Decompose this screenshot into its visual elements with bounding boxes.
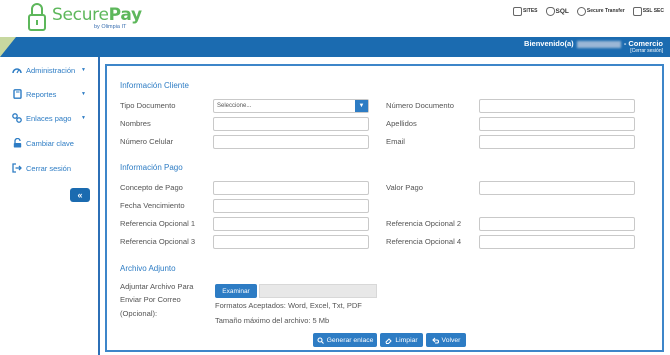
referencia-2-input[interactable] bbox=[479, 217, 635, 231]
link-icon bbox=[12, 113, 22, 123]
adjuntar-label-line1: Adjuntar Archivo Para bbox=[120, 282, 194, 291]
file-name-field[interactable] bbox=[259, 284, 377, 298]
referencia-3-label: Referencia Opcional 3 bbox=[120, 237, 196, 246]
fecha-vencimiento-input[interactable] bbox=[213, 199, 369, 213]
badge-sites: SITES bbox=[513, 6, 538, 16]
referencia-4-label: Referencia Opcional 4 bbox=[386, 237, 462, 246]
caret-down-icon: ▼ bbox=[81, 91, 86, 97]
welcome-text: Bienvenido(a) - Comercio bbox=[524, 39, 663, 48]
undo-icon bbox=[431, 337, 439, 344]
lock-icon bbox=[576, 6, 586, 16]
eraser-icon bbox=[385, 337, 393, 344]
caret-down-icon: ▼ bbox=[81, 115, 86, 121]
redacted-username bbox=[576, 40, 621, 48]
sidebar-item-enlaces-pago[interactable]: Enlaces pago ▼ bbox=[12, 112, 92, 124]
email-label: Email bbox=[386, 137, 405, 146]
sidebar-item-label: Reportes bbox=[26, 89, 57, 99]
generar-enlace-button[interactable]: Generar enlace bbox=[313, 333, 377, 347]
unlock-icon bbox=[12, 138, 22, 148]
sidebar-item-label: Enlaces pago bbox=[26, 113, 72, 123]
ssl-icon bbox=[632, 6, 642, 16]
referencia-4-input[interactable] bbox=[479, 235, 635, 249]
generar-enlace-label: Generar enlace bbox=[326, 336, 374, 344]
chevron-down-icon: ▼ bbox=[355, 100, 368, 112]
badge-sql: SQL bbox=[545, 6, 569, 16]
adjuntar-label-line3: (Opcional): bbox=[120, 309, 158, 318]
valor-pago-input[interactable] bbox=[479, 181, 635, 195]
tipo-documento-value: Seleccione... bbox=[217, 103, 252, 109]
numero-celular-input[interactable] bbox=[213, 135, 369, 149]
limpiar-label: Limpiar bbox=[395, 336, 418, 344]
sidebar-item-label: Cambiar clave bbox=[26, 138, 74, 148]
sidebar-item-label: Cerrar sesión bbox=[26, 163, 72, 173]
referencia-3-input[interactable] bbox=[213, 235, 369, 249]
tipo-documento-select[interactable]: Seleccione... ▼ bbox=[213, 99, 369, 113]
numero-documento-label: Número Documento bbox=[386, 101, 454, 110]
referencia-1-input[interactable] bbox=[213, 217, 369, 231]
formatos-note: Formatos Aceptados: Word, Excel, Txt, PD… bbox=[215, 301, 362, 310]
sidebar: Administración ▼ Reportes ▼ Enlaces pago… bbox=[0, 57, 100, 355]
sidebar-item-cerrar-sesion[interactable]: Cerrar sesión bbox=[12, 162, 92, 174]
padlock-logo-icon bbox=[28, 3, 46, 31]
dashboard-icon bbox=[12, 65, 22, 75]
badge-secure-transfer: Secure Transfer bbox=[576, 6, 625, 16]
concepto-pago-input[interactable] bbox=[213, 181, 369, 195]
numero-documento-input[interactable] bbox=[479, 99, 635, 113]
tipo-documento-label: Tipo Documento bbox=[120, 101, 176, 110]
shield-icon bbox=[545, 6, 555, 16]
fecha-vencimiento-label: Fecha Vencimiento bbox=[120, 201, 185, 210]
brand-name: SecurePay bbox=[52, 5, 142, 25]
apellidos-input[interactable] bbox=[479, 117, 635, 131]
limpiar-button[interactable]: Limpiar bbox=[380, 333, 423, 347]
section-adjunto-title: Archivo Adjunto bbox=[120, 264, 176, 273]
referencia-1-label: Referencia Opcional 1 bbox=[120, 219, 196, 228]
sidebar-item-administracion[interactable]: Administración ▼ bbox=[12, 64, 92, 76]
brand-subtitle: by Olimpia IT bbox=[94, 24, 127, 30]
book-icon bbox=[12, 89, 22, 99]
caret-down-icon: ▼ bbox=[81, 67, 86, 73]
tamano-note: Tamaño máximo del archivo: 5 Mb bbox=[215, 316, 330, 325]
security-badges: SITES SQL Secure Transfer SSL SEC bbox=[513, 5, 664, 17]
search-icon bbox=[317, 336, 324, 344]
nombres-input[interactable] bbox=[213, 117, 369, 131]
sidebar-item-label: Administración bbox=[26, 65, 76, 75]
badge-ssl: SSL SEC bbox=[632, 6, 664, 16]
numero-celular-label: Número Celular bbox=[120, 137, 174, 146]
collapse-sidebar-button[interactable]: « bbox=[70, 188, 90, 202]
sidebar-item-cambiar-clave[interactable]: Cambiar clave bbox=[12, 137, 92, 149]
sidebar-item-reportes[interactable]: Reportes ▼ bbox=[12, 88, 92, 100]
valor-pago-label: Valor Pago bbox=[386, 183, 424, 192]
sign-out-icon bbox=[12, 163, 22, 173]
payment-link-form: Información Cliente Tipo Documento Selec… bbox=[105, 64, 664, 352]
nombres-label: Nombres bbox=[120, 119, 151, 128]
volver-button[interactable]: Volver bbox=[426, 333, 466, 347]
email-input[interactable] bbox=[479, 135, 635, 149]
header: SecurePay by Olimpia IT SITES SQL Secure… bbox=[0, 0, 670, 37]
section-cliente-title: Información Cliente bbox=[120, 81, 189, 90]
securepay-logo[interactable]: SecurePay by Olimpia IT bbox=[24, 2, 142, 34]
examinar-button[interactable]: Examinar bbox=[215, 284, 257, 298]
security-seal-icon bbox=[513, 6, 523, 16]
band-accent bbox=[0, 37, 16, 57]
referencia-2-label: Referencia Opcional 2 bbox=[386, 219, 462, 228]
concepto-pago-label: Concepto de Pago bbox=[120, 183, 183, 192]
section-pago-title: Información Pago bbox=[120, 163, 183, 172]
header-logout-link[interactable]: [Cerrar sesión] bbox=[630, 48, 663, 54]
volver-label: Volver bbox=[441, 336, 461, 344]
adjuntar-label-line2: Enviar Por Correo bbox=[120, 295, 181, 304]
apellidos-label: Apellidos bbox=[386, 119, 417, 128]
